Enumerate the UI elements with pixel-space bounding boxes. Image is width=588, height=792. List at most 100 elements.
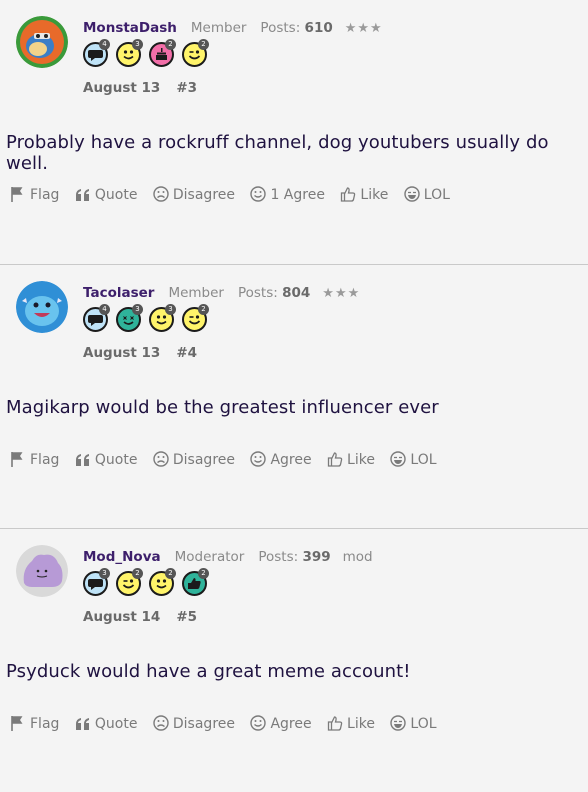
badge-count: 3 xyxy=(132,39,143,50)
badge-count: 2 xyxy=(198,304,209,315)
post-date[interactable]: August 14 xyxy=(83,609,160,625)
posts-count: 610 xyxy=(304,20,333,36)
quote-button[interactable]: Quote xyxy=(75,715,138,732)
disagree-button[interactable]: Disagree xyxy=(153,186,235,203)
badge-count: 2 xyxy=(165,568,176,579)
agree-button[interactable]: 1 Agree xyxy=(250,186,325,203)
disagree-button[interactable]: Disagree xyxy=(153,451,235,468)
badge-count: 4 xyxy=(99,304,110,315)
wink-face-badge-icon[interactable]: 2 xyxy=(116,568,143,596)
star-face-badge-icon[interactable]: 3 xyxy=(116,304,143,332)
thumbs-badge-icon[interactable]: 2 xyxy=(182,568,209,596)
disagree-button[interactable]: Disagree xyxy=(153,715,235,732)
user-role: Member xyxy=(168,285,224,301)
like-button[interactable]: Like xyxy=(340,186,388,203)
post-date[interactable]: August 13 xyxy=(83,345,160,361)
wink-face-badge-icon[interactable]: 2 xyxy=(182,39,209,67)
post-meta: MonstaDash Member Posts: 610 ★★★ xyxy=(83,20,383,36)
badge-row: 3 2 2 2 xyxy=(83,568,215,599)
speech-bubble-badge-icon[interactable]: 4 xyxy=(83,304,110,332)
agree-button[interactable]: Agree xyxy=(250,715,312,732)
username[interactable]: Tacolaser xyxy=(83,285,154,301)
post-dateline: August 13 #3 xyxy=(83,80,197,96)
avatar-tacolaser[interactable] xyxy=(16,281,68,333)
thumbs-up-icon xyxy=(327,452,343,467)
flag-icon xyxy=(11,452,23,467)
flag-button[interactable]: Flag xyxy=(10,715,59,732)
flag-label: Flag xyxy=(30,716,60,732)
quote-button[interactable]: Quote xyxy=(75,451,138,468)
badge-row: 4 3 3 2 xyxy=(83,304,215,335)
smile-face-badge-icon[interactable]: 2 xyxy=(149,568,176,596)
like-button[interactable]: Like xyxy=(327,451,375,468)
smile-face-badge-icon[interactable]: 3 xyxy=(149,304,176,332)
speech-bubble-badge-icon[interactable]: 3 xyxy=(83,568,110,596)
flag-label: Flag xyxy=(30,187,60,203)
rank-stars: ★★★ xyxy=(322,286,361,301)
flag-icon xyxy=(11,716,23,731)
disagree-label: Disagree xyxy=(172,452,235,468)
badge-count: 3 xyxy=(132,304,143,315)
badge-count: 3 xyxy=(99,568,110,579)
post-meta: Tacolaser Member Posts: 804 ★★★ xyxy=(83,285,360,301)
flag-button[interactable]: Flag xyxy=(10,451,59,468)
posts-label: Posts: xyxy=(258,549,299,565)
quote-icon xyxy=(75,453,89,466)
avatar-mod-nova[interactable] xyxy=(16,545,68,597)
username[interactable]: MonstaDash xyxy=(83,20,177,36)
smile-icon xyxy=(250,186,267,202)
quote-label: Quote xyxy=(94,715,138,732)
agree-label: Agree xyxy=(270,452,312,468)
post-number[interactable]: #3 xyxy=(176,80,197,96)
laugh-icon xyxy=(404,186,420,202)
speech-bubble-badge-icon[interactable]: 4 xyxy=(83,39,110,67)
avatar-monstadash[interactable] xyxy=(16,16,68,68)
quote-label: Quote xyxy=(94,451,138,468)
quote-icon xyxy=(75,717,89,730)
like-label: Like xyxy=(347,452,375,468)
thumbs-up-icon xyxy=(327,716,343,731)
posts-label: Posts: xyxy=(260,20,301,36)
badge-count: 4 xyxy=(99,39,110,50)
lol-button[interactable]: LOL xyxy=(390,715,437,732)
disagree-label: Disagree xyxy=(172,716,235,732)
smile-icon xyxy=(250,715,267,731)
frown-icon xyxy=(153,186,169,202)
posts-count: 804 xyxy=(282,285,311,301)
laugh-icon xyxy=(390,715,407,731)
smile-face-badge-icon[interactable]: 3 xyxy=(116,39,143,67)
post-dateline: August 13 #4 xyxy=(83,345,197,361)
flag-button[interactable]: Flag xyxy=(10,186,59,203)
disagree-label: Disagree xyxy=(172,187,235,203)
smile-icon xyxy=(250,451,267,467)
post-4: Tacolaser Member Posts: 804 ★★★ 4 3 3 2 Aug… xyxy=(0,264,588,528)
rank-mod: mod xyxy=(342,549,373,565)
post-actions: Flag Quote Disagree 1 Agree Like LOL xyxy=(10,186,461,203)
flag-icon xyxy=(11,187,23,202)
quote-button[interactable]: Quote xyxy=(75,186,138,203)
post-actions: Flag Quote Disagree Agree Like LOL xyxy=(10,451,448,468)
wink-face-badge-icon[interactable]: 2 xyxy=(182,304,209,332)
post-number[interactable]: #4 xyxy=(176,345,197,361)
agree-button[interactable]: Agree xyxy=(250,451,312,468)
badge-count: 2 xyxy=(198,39,209,50)
lol-label: LOL xyxy=(423,187,450,203)
badge-count: 2 xyxy=(198,568,209,579)
post-dateline: August 14 #5 xyxy=(83,609,197,625)
posts-label: Posts: xyxy=(237,285,278,301)
post-number[interactable]: #5 xyxy=(176,609,197,625)
flag-label: Flag xyxy=(30,452,60,468)
quote-label: Quote xyxy=(94,186,138,203)
like-button[interactable]: Like xyxy=(327,715,375,732)
lol-button[interactable]: LOL xyxy=(390,451,437,468)
rank-stars: ★★★ xyxy=(344,21,383,36)
post-body: Magikarp would be the greatest influence… xyxy=(6,397,439,418)
badge-count: 3 xyxy=(165,304,176,315)
cake-badge-icon[interactable]: 2 xyxy=(149,39,176,67)
like-label: Like xyxy=(347,716,375,732)
post-date[interactable]: August 13 xyxy=(83,80,160,96)
username[interactable]: Mod_Nova xyxy=(83,549,161,565)
lol-button[interactable]: LOL xyxy=(404,186,450,203)
agree-label: Agree xyxy=(270,716,312,732)
post-5: Mod_Nova Moderator Posts: 399 mod 3 2 2 2 A… xyxy=(0,528,588,792)
